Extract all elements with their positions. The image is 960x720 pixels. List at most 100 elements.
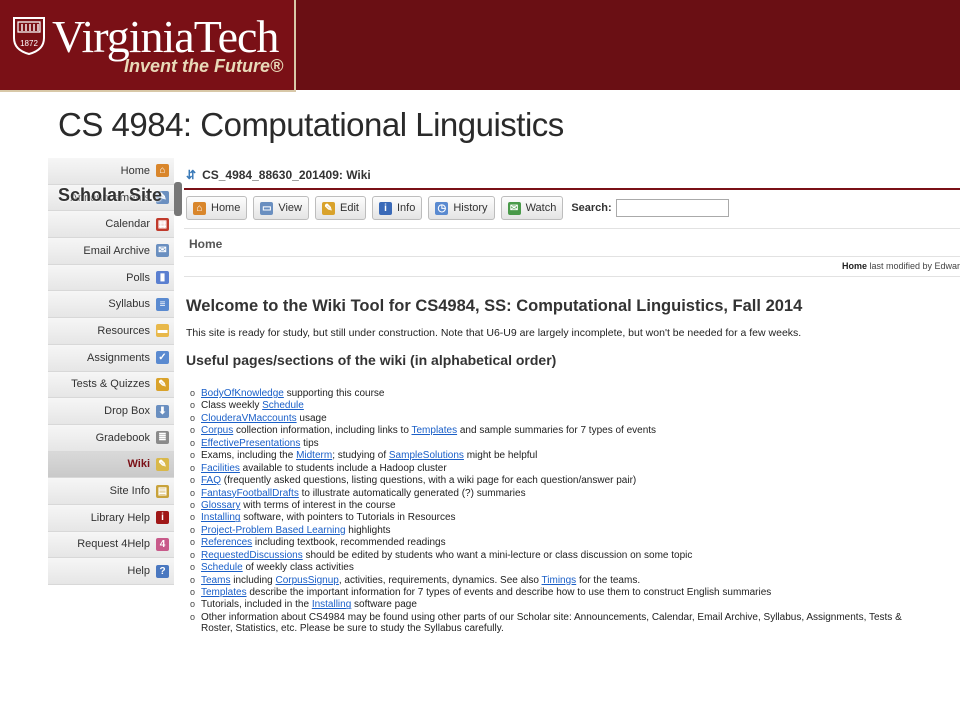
list-text: Class weekly: [201, 400, 263, 412]
modified-text: last modified by Edwar: [867, 261, 960, 271]
nav-item-label: Resources: [97, 324, 150, 337]
dropbox-icon: ⬇: [156, 404, 169, 418]
wiki-link[interactable]: Installing: [201, 512, 240, 523]
wiki-link[interactable]: References: [201, 537, 252, 548]
tool-title-rule: [184, 188, 960, 190]
wiki-link[interactable]: ClouderaVMaccounts: [201, 413, 297, 424]
history-icon: ◷: [435, 201, 449, 215]
nav-item-tests-quizzes[interactable]: Tests & Quizzes ✎: [48, 371, 174, 399]
home-button[interactable]: ⌂ Home: [186, 196, 248, 220]
wiki-page-list: BodyOfKnowledge supporting this courseCl…: [190, 387, 902, 636]
list-item: RequestedDiscussions should be edited by…: [190, 549, 902, 561]
wiki-link[interactable]: SampleSolutions: [389, 450, 464, 461]
nav-item-wiki[interactable]: Wiki ✎: [48, 451, 174, 479]
wiki-link[interactable]: CorpusSignup: [275, 575, 338, 586]
wiki-link[interactable]: FantasyFootballDrafts: [201, 488, 299, 499]
nav-item-library-help[interactable]: Library Help i: [48, 504, 174, 532]
wiki-link[interactable]: Timings: [542, 575, 577, 586]
wiki-link[interactable]: RequestedDiscussions: [201, 550, 303, 561]
wiki-link[interactable]: Midterm: [296, 450, 332, 461]
nav-item-drop-box[interactable]: Drop Box ⬇: [48, 398, 174, 425]
wiki-link[interactable]: BodyOfKnowledge: [201, 388, 284, 399]
divider: [184, 276, 960, 277]
nav-item-request-4help[interactable]: Request 4Help 4: [48, 531, 174, 559]
wiki-link[interactable]: Templates: [201, 587, 247, 598]
button-label: Home: [211, 202, 241, 214]
shield-year: 1872: [20, 39, 38, 48]
wiki-link[interactable]: Facilities: [201, 463, 240, 474]
nav-item-label: Assignments: [87, 351, 150, 364]
list-text: (frequently asked questions, listing que…: [221, 475, 637, 487]
edit-button[interactable]: ✎ Edit: [315, 196, 366, 220]
nav-item-home[interactable]: Home ⌂: [48, 158, 174, 185]
button-label: Info: [396, 202, 416, 214]
wiki-link[interactable]: Installing: [312, 599, 351, 610]
wiki-icon: ✎: [156, 457, 169, 471]
virginia-tech-logo[interactable]: 1872 VirginiaTech Invent the Future®: [0, 0, 296, 92]
list-text: of weekly class activities: [242, 562, 354, 574]
reset-icon[interactable]: ⇵: [186, 168, 196, 182]
nav-item-label: Syllabus: [108, 298, 150, 311]
list-text: highlights: [345, 524, 391, 536]
list-text: software page: [351, 599, 417, 611]
list-item: FantasyFootballDrafts to illustrate auto…: [190, 487, 902, 499]
wiki-link[interactable]: Schedule: [201, 562, 243, 573]
list-item: BodyOfKnowledge supporting this course: [190, 387, 902, 399]
nav-item-polls[interactable]: Polls ▮: [48, 264, 174, 292]
watch-icon: ✉: [507, 201, 521, 215]
calendar-icon: ▦: [156, 217, 169, 231]
modified-page: Home: [842, 261, 868, 271]
nav-item-label: Calendar: [105, 218, 150, 231]
list-text: including: [230, 574, 276, 586]
nav-item-gradebook[interactable]: Gradebook ≣: [48, 424, 174, 452]
wiki-link[interactable]: EffectivePresentations: [201, 438, 300, 449]
view-button[interactable]: ▭ View: [253, 196, 309, 220]
nav-item-label: Request 4Help: [77, 538, 150, 551]
watch-button[interactable]: ✉ Watch: [500, 196, 564, 220]
nav-item-assignments[interactable]: Assignments ✓: [48, 344, 174, 372]
nav-item-syllabus[interactable]: Syllabus ≡: [48, 291, 174, 319]
nav-item-label: Help: [127, 565, 150, 578]
nav-scrollbar[interactable]: [174, 182, 182, 216]
wiki-link[interactable]: Project-Problem Based Learning: [201, 525, 346, 536]
page-heading: Welcome to the Wiki Tool for CS4984, SS:…: [186, 297, 803, 315]
pencil-icon: ✎: [156, 377, 169, 391]
list-text: should be edited by students who want a …: [302, 549, 693, 561]
list-item: Glossary with terms of interest in the c…: [190, 499, 902, 511]
nav-item-email-archive[interactable]: Email Archive ✉: [48, 238, 174, 265]
breadcrumb: Home: [189, 237, 223, 251]
intro-text: This site is ready for study, but still …: [186, 327, 802, 339]
list-item: Class weekly Schedule: [190, 399, 902, 411]
list-item: ClouderaVMaccounts usage: [190, 412, 902, 424]
list-text: available to students include a Hadoop c…: [239, 462, 447, 474]
list-text: with terms of interest in the course: [240, 499, 396, 511]
help-icon: ?: [156, 564, 169, 578]
wiki-link[interactable]: FAQ: [201, 475, 221, 486]
nav-item-site-info[interactable]: Site Info ▤: [48, 478, 174, 505]
info-button[interactable]: i Info: [371, 196, 423, 220]
nav-item-resources[interactable]: Resources ▬: [48, 318, 174, 345]
wiki-link[interactable]: Glossary: [201, 500, 240, 511]
history-button[interactable]: ◷ History: [428, 196, 495, 220]
list-text: to illustrate automatically generated (?…: [298, 487, 526, 499]
wiki-link[interactable]: Corpus: [201, 425, 233, 436]
list-text: Other information about CS4984 may be fo…: [201, 611, 902, 623]
wiki-link[interactable]: Templates: [412, 425, 458, 436]
wiki-toolbar: ⌂ Home ▭ View ✎ Edit i Info ◷ History ✉ Watch Search…: [186, 195, 729, 221]
wiki-link[interactable]: Schedule: [262, 400, 304, 411]
button-label: Edit: [340, 202, 359, 214]
list-item: Tutorials, included in the Installing so…: [190, 598, 902, 610]
list-item: Templates describe the important informa…: [190, 586, 902, 598]
list-item: Installing software, with pointers to Tu…: [190, 511, 902, 523]
search-input[interactable]: [615, 199, 729, 217]
wiki-link[interactable]: Teams: [201, 575, 230, 586]
nav-item-calendar[interactable]: Calendar ▦: [48, 211, 174, 239]
list-text: usage: [296, 412, 327, 424]
home-icon: ⌂: [156, 164, 169, 178]
nav-item-label: Tests & Quizzes: [71, 378, 150, 391]
button-label: History: [453, 202, 488, 214]
list-item: FAQ (frequently asked questions, listing…: [190, 474, 902, 486]
button-label: View: [278, 202, 302, 214]
list-text: for the teams.: [576, 574, 641, 586]
nav-item-help[interactable]: Help?: [48, 558, 174, 585]
